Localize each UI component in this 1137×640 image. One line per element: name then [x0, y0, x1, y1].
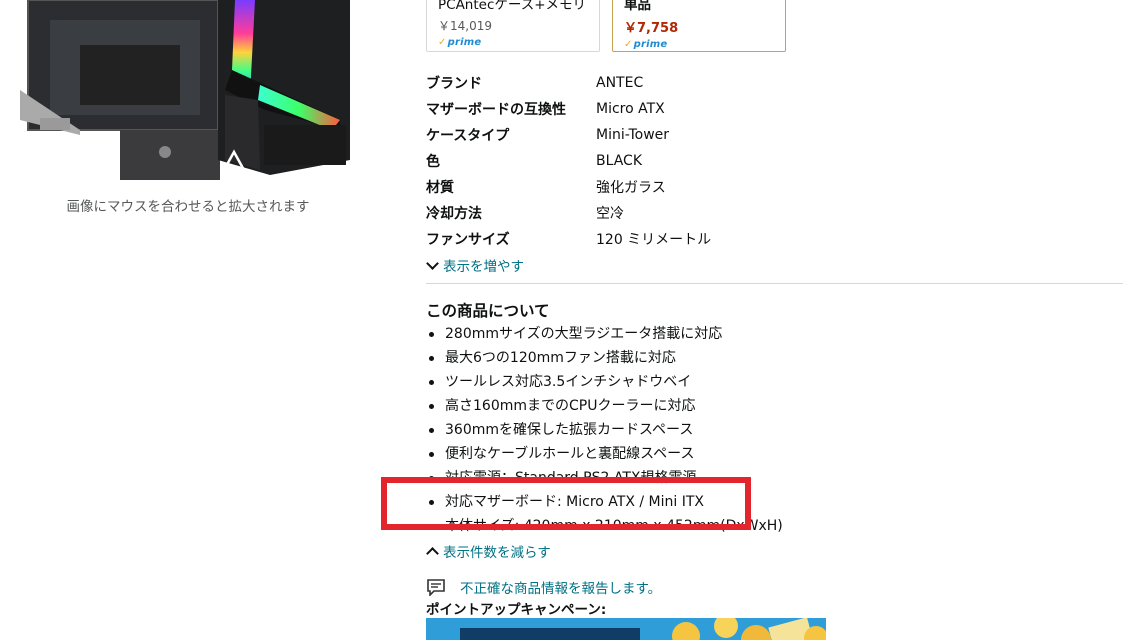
pc-case-image	[20, 0, 350, 180]
spec-row: 色 BLACK	[426, 148, 1126, 174]
chevron-down-icon	[426, 257, 439, 270]
product-spec-table: ブランド ANTEC マザーボードの互換性 Micro ATX ケースタイプ M…	[426, 70, 1126, 252]
spec-row: 材質 強化ガラス	[426, 174, 1126, 200]
option-name: 単品	[624, 0, 651, 13]
report-icon	[427, 579, 445, 596]
spec-key: 色	[426, 154, 440, 170]
chevron-up-icon	[426, 547, 439, 560]
image-hover-caption: 画像にマウスを合わせると拡大されます	[66, 199, 310, 215]
list-item: 対応電源：Standard PS2 ATX規格電源	[426, 466, 783, 490]
campaign-banner-art	[426, 618, 826, 640]
option-price: ￥14,019	[438, 19, 492, 33]
list-item: 対応マザーボード: Micro ATX / Mini ITX	[426, 490, 783, 514]
spec-row: ブランド ANTEC	[426, 70, 1126, 96]
spec-value: 強化ガラス	[596, 180, 666, 196]
spec-value: Micro ATX	[596, 101, 665, 117]
spec-key: 材質	[426, 180, 454, 196]
list-item: 280mmサイズの大型ラジエータ搭載に対応	[426, 322, 783, 346]
prime-badge: ✓prime	[624, 39, 668, 50]
spec-value: 120 ミリメートル	[596, 232, 712, 248]
prime-badge: ✓prime	[438, 37, 482, 48]
show-less-link[interactable]: 表示件数を減らす	[426, 541, 551, 561]
spec-key: マザーボードの互換性	[426, 102, 566, 118]
show-more-label[interactable]: 表示を増やす	[443, 259, 524, 275]
spec-key: ブランド	[426, 76, 482, 92]
spec-row: 冷却方法 空冷	[426, 200, 1126, 226]
spec-value: Mini-Tower	[596, 127, 670, 143]
product-image[interactable]	[20, 0, 365, 195]
option-card-bundle[interactable]: PCAntecケース+メモリ ￥14,019 ✓prime	[426, 0, 600, 52]
show-less-label[interactable]: 表示件数を減らす	[443, 545, 551, 561]
list-item: 本体サイズ: 420mm x 210mm x 452mm(DxWxH)	[426, 514, 783, 538]
option-card-single[interactable]: 単品 ￥7,758 ✓prime	[612, 0, 786, 52]
spec-row: ケースタイプ Mini-Tower	[426, 122, 1126, 148]
list-item: 便利なケーブルホールと裏配線スペース	[426, 442, 783, 466]
product-detail-page: 画像にマウスを合わせると拡大されます PCAntecケース+メモリ ￥14,01…	[0, 0, 1137, 640]
list-item: 最大6つの120mmファン搭載に対応	[426, 346, 783, 370]
section-divider	[426, 283, 1123, 284]
about-section-title: この商品について	[426, 302, 550, 320]
spec-key: 冷却方法	[426, 206, 482, 222]
report-info-row[interactable]: 不正確な商品情報を報告します。	[426, 577, 661, 597]
campaign-banner[interactable]	[426, 618, 826, 640]
spec-value: 空冷	[596, 206, 624, 222]
show-more-link[interactable]: 表示を増やす	[426, 255, 524, 275]
option-name: PCAntecケース+メモリ	[438, 0, 587, 13]
spec-row: マザーボードの互換性 Micro ATX	[426, 96, 1126, 122]
list-item: 高さ160mmまでのCPUクーラーに対応	[426, 394, 783, 418]
point-up-campaign-label: ポイントアップキャンペーン:	[426, 602, 607, 618]
prime-check-icon: ✓	[438, 37, 447, 48]
list-item: ツールレス対応3.5インチシャドウベイ	[426, 370, 783, 394]
report-link[interactable]: 不正確な商品情報を報告します。	[460, 577, 661, 597]
option-price: ￥7,758	[624, 21, 679, 36]
spec-key: ファンサイズ	[426, 232, 510, 248]
spec-value: ANTEC	[596, 75, 644, 91]
spec-value: BLACK	[596, 153, 643, 169]
about-bullet-list: 280mmサイズの大型ラジエータ搭載に対応 最大6つの120mmファン搭載に対応…	[426, 322, 783, 538]
list-item: 360mmを確保した拡張カードスペース	[426, 418, 783, 442]
prime-check-icon: ✓	[624, 39, 633, 50]
spec-key: ケースタイプ	[426, 128, 510, 144]
spec-row: ファンサイズ 120 ミリメートル	[426, 226, 1126, 252]
